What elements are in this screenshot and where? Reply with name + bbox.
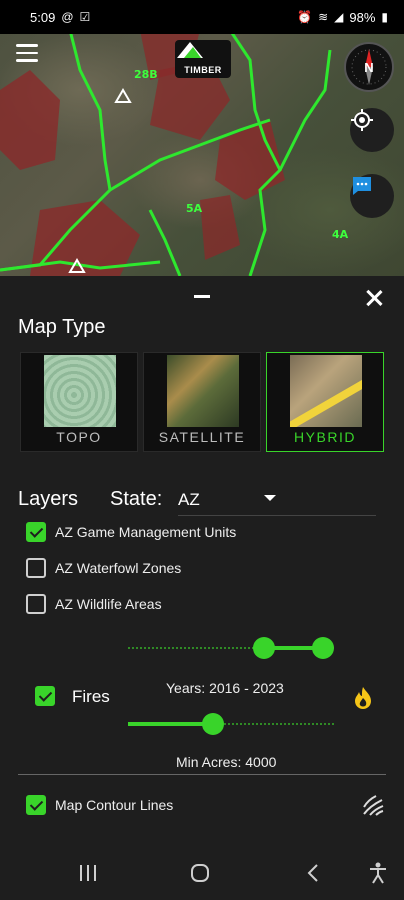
layer-label: AZ Waterfowl Zones — [55, 560, 182, 576]
unit-boundary — [278, 49, 332, 171]
contour-checkbox[interactable] — [26, 795, 46, 815]
close-button[interactable] — [362, 286, 386, 310]
menu-icon[interactable] — [16, 44, 38, 62]
fire-icon[interactable] — [353, 686, 373, 710]
topo-thumbnail — [44, 355, 116, 427]
back-icon[interactable] — [306, 863, 320, 883]
unit-label: 5A — [186, 202, 203, 215]
map-type-hybrid[interactable]: HYBRID — [266, 352, 384, 452]
layers-panel: Map Type TOPO SATELLITE HYBRID Layers St… — [0, 276, 404, 848]
contour-lines-icon — [363, 795, 384, 816]
chat-button[interactable] — [350, 174, 394, 218]
years-end-handle[interactable] — [312, 637, 334, 659]
status-bar: 5:09 @ ☑ ⏰ ≋ ◢ 98% ▮ — [0, 0, 404, 34]
compass-icon[interactable]: N — [344, 42, 394, 92]
crosshair-icon — [351, 109, 373, 131]
state-value: AZ — [178, 489, 200, 509]
battery-percent: 98% — [349, 9, 376, 25]
recent-apps-icon[interactable] — [78, 864, 98, 882]
alarm-icon: ⏰ — [297, 10, 313, 24]
dropdown-arrow-icon — [264, 495, 276, 501]
unit-label: 28B — [134, 68, 158, 81]
fires-checkbox[interactable] — [35, 686, 55, 706]
system-nav-bar — [0, 848, 404, 900]
layer-waterfowl-checkbox[interactable] — [26, 558, 46, 578]
map-type-satellite[interactable]: SATELLITE — [143, 352, 261, 452]
peak-marker — [114, 88, 132, 103]
chat-bubble-icon — [353, 177, 371, 195]
fire-area — [0, 70, 60, 170]
state-dropdown[interactable]: AZ — [178, 484, 376, 516]
layer-wildlife-checkbox[interactable] — [26, 594, 46, 614]
mountain-logo-icon — [177, 42, 203, 58]
fire-years-range-slider[interactable] — [128, 637, 334, 659]
state-label: State: — [110, 487, 163, 510]
home-icon[interactable] — [190, 863, 210, 883]
layers-title: Layers — [18, 487, 79, 510]
unit-boundary — [148, 209, 182, 276]
compass-north-label: N — [364, 59, 374, 75]
logo-text: TIMBER — [184, 65, 222, 75]
map-type-label: SATELLITE — [158, 429, 246, 445]
app-logo: TIMBER — [175, 40, 231, 78]
wifi-icon: ≋ — [318, 10, 329, 24]
map-type-selector: TOPO SATELLITE HYBRID — [20, 352, 384, 452]
layer-wildlife-row[interactable]: AZ Wildlife Areas — [26, 594, 162, 614]
slider-fill — [128, 722, 213, 726]
map-view[interactable]: 28B 5A 4A TIMBER N — [0, 30, 404, 276]
task-check-icon: ☑ — [79, 10, 91, 24]
years-range-label: Years: 2016 - 2023 — [166, 680, 284, 696]
collapse-button[interactable] — [194, 295, 210, 298]
years-start-handle[interactable] — [253, 637, 276, 659]
acres-handle[interactable] — [201, 713, 224, 735]
layer-game-units-checkbox[interactable] — [26, 522, 46, 542]
layer-label: AZ Wildlife Areas — [55, 596, 162, 612]
divider — [18, 774, 386, 775]
accessibility-icon[interactable] — [368, 862, 388, 884]
layer-game-units-row[interactable]: AZ Game Management Units — [26, 522, 236, 542]
map-type-label: TOPO — [56, 429, 102, 445]
fires-label: Fires — [72, 687, 110, 706]
fire-area — [200, 195, 240, 260]
signal-icon: ◢ — [334, 10, 344, 24]
unit-label: 4A — [332, 228, 349, 241]
layer-waterfowl-row[interactable]: AZ Waterfowl Zones — [26, 558, 181, 578]
map-type-label: HYBRID — [294, 429, 356, 445]
layer-label: AZ Game Management Units — [55, 524, 237, 540]
min-acres-label: Min Acres: 4000 — [176, 754, 277, 770]
panel-header — [0, 276, 404, 318]
status-time: 5:09 — [30, 9, 56, 25]
min-acres-slider[interactable] — [128, 713, 334, 735]
map-type-title: Map Type — [18, 316, 106, 338]
map-type-topo[interactable]: TOPO — [20, 352, 138, 452]
satellite-thumbnail — [167, 355, 239, 427]
locate-button[interactable] — [350, 108, 394, 152]
contour-row[interactable]: Map Contour Lines — [26, 795, 173, 815]
layers-header: Layers State: AZ — [18, 484, 384, 516]
contour-label: Map Contour Lines — [55, 797, 174, 813]
hybrid-thumbnail — [290, 355, 362, 427]
at-sign-icon: @ — [61, 10, 74, 24]
battery-icon: ▮ — [381, 10, 388, 24]
